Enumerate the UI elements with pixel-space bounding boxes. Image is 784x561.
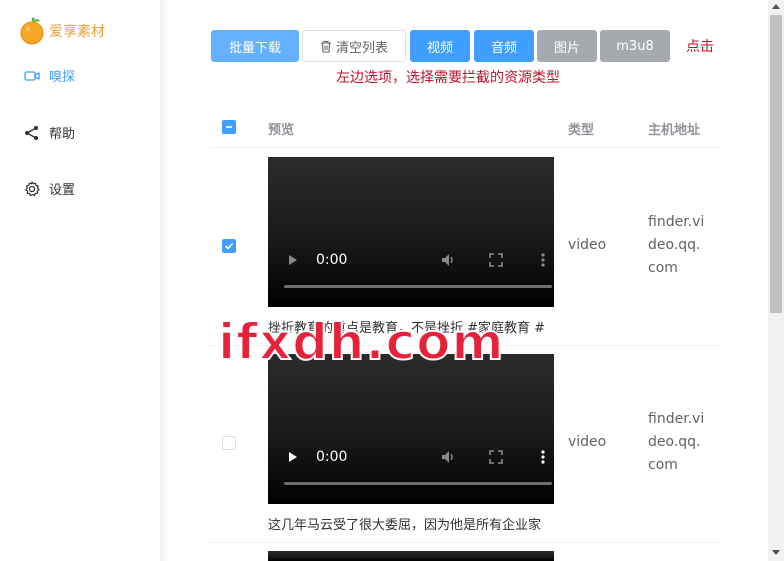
- row-checkbox[interactable]: [222, 436, 236, 450]
- watermark: ifxdh.com: [217, 312, 505, 372]
- select-all-checkbox[interactable]: [222, 120, 236, 134]
- filter-image-button[interactable]: 图片: [537, 30, 597, 62]
- row-type: video: [568, 434, 607, 450]
- play-icon[interactable]: [288, 451, 298, 463]
- batch-download-label: 批量下载: [228, 40, 281, 56]
- volume-icon[interactable]: [440, 252, 456, 268]
- video-camera-icon: [23, 67, 41, 85]
- sidebar-divider: [160, 0, 168, 561]
- host-line: finder.vi: [648, 411, 705, 427]
- fullscreen-icon[interactable]: [489, 450, 503, 464]
- sidebar-item-help[interactable]: 帮助: [23, 123, 75, 142]
- clear-list-label: 清空列表: [335, 40, 388, 56]
- sidebar-item-label: 设置: [49, 183, 76, 198]
- check-icon: [224, 242, 234, 250]
- video-progress-bar[interactable]: [284, 482, 552, 485]
- video-time: 0:00: [316, 252, 348, 268]
- video-controls: 0:00: [268, 449, 554, 479]
- sidebar-item-label: 帮助: [49, 127, 76, 142]
- header-preview: 预览: [268, 123, 295, 138]
- filter-audio-button[interactable]: 音频: [474, 30, 534, 62]
- app-name: 爱享素材: [49, 24, 105, 40]
- more-options-icon[interactable]: [541, 253, 545, 267]
- hint-click-text: 点击: [686, 39, 714, 55]
- sidebar-item-sniff[interactable]: 嗅探: [23, 66, 75, 85]
- sidebar-item-label: 嗅探: [49, 70, 76, 85]
- app-logo: 爱享素材: [19, 17, 105, 45]
- host-line: finder.vi: [648, 214, 705, 230]
- minus-icon: [226, 126, 232, 128]
- video-player[interactable]: 0:00: [268, 354, 554, 504]
- fullscreen-icon[interactable]: [489, 253, 503, 267]
- video-caption: 这几年马云受了很大委屈，因为他是所有企业家: [268, 518, 542, 533]
- video-player[interactable]: [268, 551, 554, 561]
- table-header: 预览 类型 主机地址: [210, 108, 720, 148]
- orange-logo-icon: [20, 17, 44, 45]
- host-line: deo.qq.: [648, 237, 701, 253]
- scroll-up-arrow-icon[interactable]: [772, 4, 780, 9]
- video-time: 0:00: [316, 449, 348, 465]
- scrollbar-thumb[interactable]: [770, 15, 782, 313]
- play-icon[interactable]: [288, 254, 298, 266]
- video-progress-bar[interactable]: [284, 285, 552, 288]
- gear-icon: [23, 180, 41, 198]
- more-options-icon[interactable]: [541, 450, 545, 464]
- filter-video-button[interactable]: 视频: [410, 30, 470, 62]
- host-line: com: [648, 457, 678, 473]
- host-line: deo.qq.: [648, 434, 701, 450]
- hint-instruction-text: 左边选项，选择需要拦截的资源类型: [336, 70, 560, 86]
- row-checkbox[interactable]: [222, 239, 236, 253]
- filter-video-label: 视频: [426, 40, 453, 56]
- filter-image-label: 图片: [553, 40, 580, 56]
- header-type: 类型: [568, 123, 595, 138]
- clear-list-button[interactable]: 清空列表: [302, 30, 406, 62]
- video-player[interactable]: 0:00: [268, 157, 554, 307]
- filter-m3u8-button[interactable]: m3u8: [600, 30, 670, 62]
- filter-audio-label: 音频: [490, 40, 517, 56]
- row-host: finder.vi deo.qq. com: [648, 408, 704, 477]
- row-host: finder.vi deo.qq. com: [648, 211, 704, 280]
- video-controls: 0:00: [268, 252, 554, 282]
- volume-icon[interactable]: [440, 449, 456, 465]
- share-icon: [23, 124, 41, 142]
- trash-icon: [320, 40, 331, 53]
- header-host: 主机地址: [648, 123, 701, 138]
- filter-m3u8-label: m3u8: [616, 38, 654, 54]
- host-line: com: [648, 260, 678, 276]
- scroll-down-arrow-icon[interactable]: [772, 550, 780, 555]
- sidebar-item-settings[interactable]: 设置: [23, 179, 75, 198]
- sidebar: 爱享素材 嗅探 帮助 设置: [0, 0, 160, 561]
- batch-download-button[interactable]: 批量下载: [211, 30, 299, 62]
- row-type: video: [568, 237, 607, 253]
